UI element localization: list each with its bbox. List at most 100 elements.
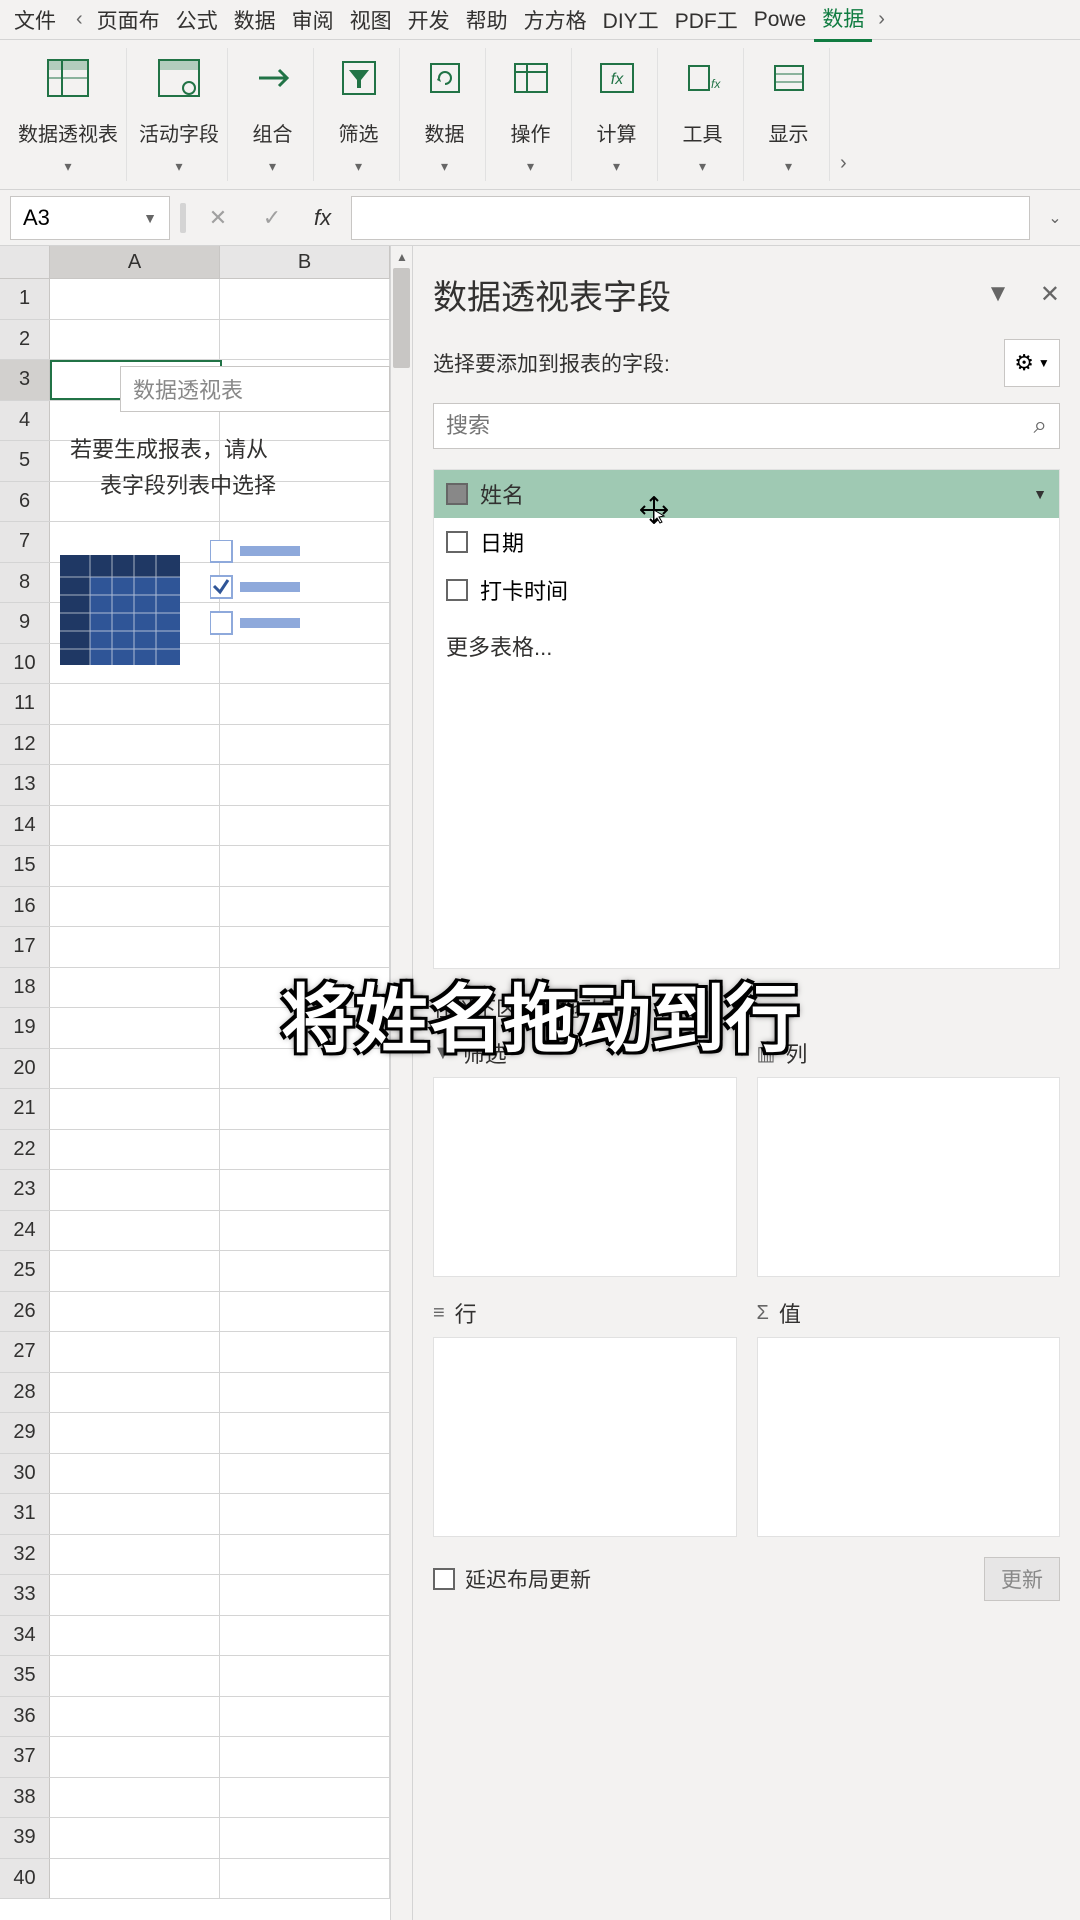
row-header[interactable]: 33 bbox=[0, 1575, 50, 1615]
row-header[interactable]: 12 bbox=[0, 725, 50, 765]
cell[interactable] bbox=[220, 320, 390, 360]
row-header[interactable]: 4 bbox=[0, 401, 50, 441]
row-header[interactable]: 9 bbox=[0, 603, 50, 643]
cell[interactable] bbox=[50, 1575, 220, 1615]
pane-layout-button[interactable]: ⚙ ▼ bbox=[1004, 339, 1060, 387]
cell[interactable] bbox=[50, 1656, 220, 1696]
field-dropdown-icon[interactable]: ▼ bbox=[1033, 486, 1047, 502]
scroll-up-icon[interactable]: ▲ bbox=[391, 246, 413, 268]
row-header[interactable]: 6 bbox=[0, 482, 50, 522]
col-header-a[interactable]: A bbox=[50, 246, 220, 278]
row-header[interactable]: 21 bbox=[0, 1089, 50, 1129]
row-header[interactable]: 18 bbox=[0, 968, 50, 1008]
row-header[interactable]: 10 bbox=[0, 644, 50, 684]
cell[interactable] bbox=[50, 1859, 220, 1899]
row-header[interactable]: 11 bbox=[0, 684, 50, 724]
row-header[interactable]: 30 bbox=[0, 1454, 50, 1494]
ribbon-group-filter[interactable]: 筛选 ▾ bbox=[318, 48, 400, 181]
ribbon-nav-right[interactable]: › bbox=[834, 152, 853, 175]
ribbon-group-pivottable[interactable]: 数据透视表 ▾ bbox=[10, 48, 127, 181]
row-header[interactable]: 15 bbox=[0, 846, 50, 886]
formula-expand-icon[interactable]: ⌄ bbox=[1040, 208, 1070, 228]
cell[interactable] bbox=[220, 1818, 390, 1858]
tab-page-layout[interactable]: 页面布 bbox=[89, 0, 168, 41]
cell[interactable] bbox=[220, 1737, 390, 1777]
filters-dropzone[interactable] bbox=[433, 1077, 737, 1277]
enter-button[interactable]: ✓ bbox=[250, 196, 294, 240]
cell[interactable] bbox=[220, 1535, 390, 1575]
cell[interactable] bbox=[220, 1049, 390, 1089]
cell[interactable] bbox=[220, 887, 390, 927]
row-header[interactable]: 24 bbox=[0, 1211, 50, 1251]
cell[interactable] bbox=[220, 1656, 390, 1696]
cell[interactable] bbox=[50, 1535, 220, 1575]
vertical-scrollbar[interactable]: ▲ bbox=[390, 246, 412, 1920]
row-header[interactable]: 37 bbox=[0, 1737, 50, 1777]
tab-data[interactable]: 数据 bbox=[226, 0, 284, 41]
cell[interactable] bbox=[220, 1859, 390, 1899]
update-button[interactable]: 更新 bbox=[984, 1557, 1060, 1601]
row-header[interactable]: 38 bbox=[0, 1778, 50, 1818]
row-header[interactable]: 27 bbox=[0, 1332, 50, 1372]
row-header[interactable]: 22 bbox=[0, 1130, 50, 1170]
cell[interactable] bbox=[50, 1049, 220, 1089]
values-dropzone[interactable] bbox=[757, 1337, 1061, 1537]
cell[interactable] bbox=[220, 1292, 390, 1332]
more-tables-link[interactable]: 更多表格... bbox=[434, 614, 1059, 678]
cancel-button[interactable]: ✕ bbox=[196, 196, 240, 240]
pane-minimize-icon[interactable]: ▼ bbox=[986, 280, 1010, 309]
cell[interactable] bbox=[50, 806, 220, 846]
tab-review[interactable]: 审阅 bbox=[284, 0, 342, 41]
scroll-thumb[interactable] bbox=[393, 268, 410, 368]
cell[interactable] bbox=[220, 684, 390, 724]
cell[interactable] bbox=[50, 968, 220, 1008]
cell[interactable] bbox=[50, 1818, 220, 1858]
tab-diy[interactable]: DIY工 bbox=[595, 0, 667, 41]
row-header[interactable]: 13 bbox=[0, 765, 50, 805]
cell[interactable] bbox=[220, 1089, 390, 1129]
cell[interactable] bbox=[220, 1008, 390, 1048]
fx-icon[interactable]: fx bbox=[304, 205, 341, 231]
ribbon-group-tools[interactable]: fx 工具 ▾ bbox=[662, 48, 744, 181]
field-checkbox[interactable] bbox=[446, 579, 468, 601]
cell[interactable] bbox=[220, 1170, 390, 1210]
row-header[interactable]: 19 bbox=[0, 1008, 50, 1048]
tab-pdf[interactable]: PDF工 bbox=[667, 0, 746, 41]
cell[interactable] bbox=[220, 1130, 390, 1170]
cell[interactable] bbox=[50, 1778, 220, 1818]
tab-fangfang[interactable]: 方方格 bbox=[516, 0, 595, 41]
cell[interactable] bbox=[220, 765, 390, 805]
tab-power[interactable]: Powe bbox=[746, 2, 815, 38]
row-header[interactable]: 7 bbox=[0, 522, 50, 562]
defer-checkbox[interactable] bbox=[433, 1568, 455, 1590]
cell[interactable] bbox=[220, 279, 390, 319]
cell[interactable] bbox=[220, 1494, 390, 1534]
row-header[interactable]: 16 bbox=[0, 887, 50, 927]
row-header[interactable]: 31 bbox=[0, 1494, 50, 1534]
cell[interactable] bbox=[220, 1778, 390, 1818]
cell[interactable] bbox=[220, 725, 390, 765]
col-header-b[interactable]: B bbox=[220, 246, 390, 278]
cell[interactable] bbox=[50, 1697, 220, 1737]
cell[interactable] bbox=[50, 684, 220, 724]
cell[interactable] bbox=[220, 1211, 390, 1251]
row-header[interactable]: 25 bbox=[0, 1251, 50, 1291]
cell[interactable] bbox=[50, 765, 220, 805]
cell[interactable] bbox=[50, 1454, 220, 1494]
cell[interactable] bbox=[50, 1292, 220, 1332]
cell[interactable] bbox=[50, 279, 220, 319]
columns-dropzone[interactable] bbox=[757, 1077, 1061, 1277]
row-header[interactable]: 36 bbox=[0, 1697, 50, 1737]
cell[interactable] bbox=[50, 1332, 220, 1372]
row-header[interactable]: 35 bbox=[0, 1656, 50, 1696]
field-item-time[interactable]: 打卡时间 bbox=[434, 566, 1059, 614]
row-header[interactable]: 17 bbox=[0, 927, 50, 967]
row-header[interactable]: 39 bbox=[0, 1818, 50, 1858]
cell[interactable] bbox=[220, 1616, 390, 1656]
row-header[interactable]: 34 bbox=[0, 1616, 50, 1656]
search-input[interactable] bbox=[446, 413, 1034, 439]
tab-developer[interactable]: 开发 bbox=[400, 0, 458, 41]
row-header[interactable]: 2 bbox=[0, 320, 50, 360]
row-header[interactable]: 28 bbox=[0, 1373, 50, 1413]
rows-dropzone[interactable] bbox=[433, 1337, 737, 1537]
